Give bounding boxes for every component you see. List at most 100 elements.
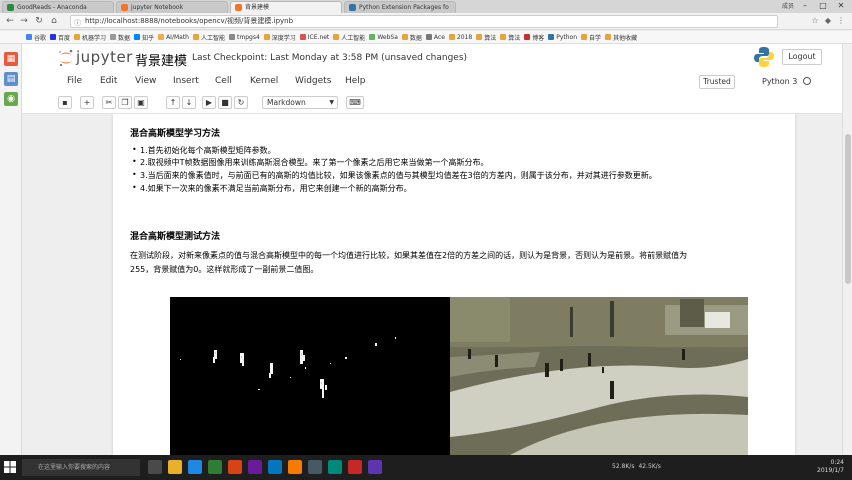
run-icon[interactable]: ▶ bbox=[202, 96, 216, 109]
arrow-down-icon[interactable]: ↓ bbox=[182, 96, 196, 109]
tab-label: 背景建模 bbox=[245, 4, 270, 11]
restart-icon[interactable]: ↻ bbox=[234, 96, 248, 109]
background-subtraction-image bbox=[170, 297, 748, 455]
kernel-status-icon bbox=[803, 77, 811, 85]
bookmark-item[interactable]: 人工智能 bbox=[192, 33, 225, 42]
bookmark-item[interactable]: 知乎 bbox=[134, 33, 154, 42]
python-icon bbox=[349, 4, 356, 11]
minimize-icon[interactable]: – bbox=[796, 0, 814, 13]
maximize-icon[interactable]: □ bbox=[814, 0, 832, 13]
windows-start-icon[interactable] bbox=[4, 461, 16, 473]
page-scrollbar[interactable] bbox=[842, 44, 852, 455]
browser-tab[interactable]: jupyter Notebook bbox=[116, 1, 228, 13]
menu-widgets[interactable]: Widgets bbox=[295, 76, 331, 86]
paragraph-line: 在测试阶段，对新来像素点的值与混合高斯模型中的每一个均值进行比较，如果其差值在2… bbox=[130, 251, 688, 260]
bookmark-item[interactable]: tmpgs4 bbox=[229, 34, 260, 41]
home-icon[interactable]: ⌂ bbox=[48, 16, 60, 27]
star-icon[interactable]: ☆ bbox=[810, 16, 820, 26]
logout-button[interactable]: Logout bbox=[782, 49, 822, 65]
taskbar-search-input[interactable]: 在这里输入你要搜索的内容 bbox=[22, 459, 140, 476]
cut-icon[interactable]: ✂ bbox=[102, 96, 116, 109]
bookmark-item[interactable]: 博客 bbox=[524, 33, 544, 42]
checkpoint-status: Last Checkpoint: Last Monday at 3:58 PM … bbox=[192, 53, 468, 63]
sidebar-app-icon[interactable]: ▦ bbox=[4, 52, 18, 66]
browser-icon[interactable] bbox=[188, 460, 202, 474]
menu-help[interactable]: Help bbox=[345, 76, 366, 86]
section-heading: 混合高斯模型学习方法 bbox=[130, 129, 221, 139]
menu-edit[interactable]: Edit bbox=[100, 76, 117, 86]
browser-sidebar: ▦ ▤ ◉ bbox=[0, 44, 22, 455]
bookmark-item[interactable]: AI/Math bbox=[158, 34, 189, 41]
browser-tab[interactable]: Python Extension Packages fo bbox=[344, 1, 456, 13]
app-icon[interactable] bbox=[248, 460, 262, 474]
app-icon[interactable] bbox=[328, 460, 342, 474]
app-icon[interactable] bbox=[348, 460, 362, 474]
bookmark-item[interactable]: 算法 bbox=[476, 33, 496, 42]
bookmark-item[interactable]: ICE.net bbox=[299, 34, 329, 41]
menu-cell[interactable]: Cell bbox=[215, 76, 232, 86]
sidebar-app-icon[interactable]: ▤ bbox=[4, 72, 18, 86]
app-icon[interactable] bbox=[228, 460, 242, 474]
stop-icon[interactable]: ■ bbox=[218, 96, 232, 109]
python-logo-icon bbox=[754, 47, 774, 67]
bookmark-item[interactable]: 深度学习 bbox=[263, 33, 296, 42]
kernel-name[interactable]: Python 3 bbox=[762, 77, 797, 86]
bookmark-item[interactable]: Ace bbox=[425, 34, 445, 41]
browser-tab-active[interactable]: 背景建模 bbox=[230, 1, 342, 13]
bookmarks-bar: 谷歌 百度 机器学习 数据 知乎 AI/Math 人工智能 tmpgs4 深度学… bbox=[0, 31, 852, 44]
notebook-name[interactable]: 背景建模 bbox=[135, 50, 187, 69]
bookmark-item[interactable]: 机器学习 bbox=[74, 33, 106, 42]
app-icon[interactable] bbox=[268, 460, 282, 474]
address-bar-actions: ☆ ◆ ⋮ bbox=[810, 16, 846, 26]
bookmark-item[interactable]: 谷歌 bbox=[26, 33, 46, 42]
jupyter-menubar: File Edit View Insert Cell Kernel Widget… bbox=[22, 72, 842, 92]
list-item: 1.首先初始化每个高斯模型矩阵参数。 bbox=[132, 145, 276, 156]
trusted-indicator[interactable]: Trusted bbox=[699, 75, 735, 89]
bookmark-item[interactable]: 数据 bbox=[401, 33, 422, 42]
save-icon[interactable]: ▪ bbox=[58, 96, 72, 109]
bookmark-item[interactable]: 自学 bbox=[581, 33, 601, 42]
page-info-icon: ⓘ bbox=[74, 19, 81, 27]
bookmark-item[interactable]: WebSa bbox=[369, 34, 398, 41]
chevron-down-icon: ▼ bbox=[329, 99, 334, 106]
reload-icon[interactable]: ↻ bbox=[33, 16, 45, 27]
back-icon[interactable]: ← bbox=[4, 16, 16, 27]
arrow-up-icon[interactable]: ↑ bbox=[166, 96, 180, 109]
bookmark-item[interactable]: 百度 bbox=[50, 33, 70, 42]
browser-tab[interactable]: GoodReads - Anaconda bbox=[2, 1, 114, 13]
jupyter-logo[interactable]: jupyter bbox=[58, 47, 138, 69]
task-view-icon[interactable] bbox=[148, 460, 162, 474]
bookmark-item[interactable]: 算法 bbox=[500, 33, 520, 42]
list-item: 4.如果下一次来的像素不满足当前高斯分布，用它来创建一个新的高斯分布。 bbox=[132, 183, 412, 194]
bookmark-item[interactable]: 人工智能 bbox=[333, 33, 365, 42]
close-icon[interactable]: ✕ bbox=[832, 0, 850, 13]
app-icon[interactable] bbox=[368, 460, 382, 474]
cell-type-select[interactable]: Markdown ▼ bbox=[262, 96, 338, 109]
paragraph-line: 255，背景赋值为0。这样就形成了一副前景二值图。 bbox=[130, 265, 319, 274]
scrollbar-thumb[interactable] bbox=[845, 134, 851, 284]
bookmark-item[interactable]: 数据 bbox=[110, 33, 130, 42]
menu-icon[interactable]: ⋮ bbox=[836, 16, 846, 26]
menu-insert[interactable]: Insert bbox=[173, 76, 199, 86]
bookmark-item[interactable]: 其他收藏 bbox=[605, 33, 637, 42]
bookmark-item[interactable]: Python bbox=[548, 34, 577, 41]
user-name[interactable]: 成员 bbox=[782, 1, 794, 10]
app-icon[interactable] bbox=[288, 460, 302, 474]
app-icon[interactable] bbox=[208, 460, 222, 474]
system-clock[interactable]: 0:24 2019/1/7 bbox=[817, 459, 844, 475]
sidebar-app-icon[interactable]: ◉ bbox=[4, 92, 18, 106]
menu-view[interactable]: View bbox=[135, 76, 156, 86]
keyboard-icon[interactable]: ⌨ bbox=[346, 96, 364, 109]
plus-icon[interactable]: + bbox=[80, 96, 94, 109]
url-input[interactable]: ⓘ http://localhost:8888/notebooks/opencv… bbox=[70, 15, 778, 28]
file-explorer-icon[interactable] bbox=[168, 460, 182, 474]
menu-kernel[interactable]: Kernel bbox=[250, 76, 278, 86]
bookmark-item[interactable]: 2018 bbox=[448, 34, 472, 41]
clock-date: 2019/1/7 bbox=[817, 467, 844, 474]
app-icon[interactable] bbox=[308, 460, 322, 474]
forward-icon[interactable]: → bbox=[18, 16, 30, 27]
menu-file[interactable]: File bbox=[67, 76, 82, 86]
copy-icon[interactable]: ❐ bbox=[118, 96, 132, 109]
extension-icon[interactable]: ◆ bbox=[823, 16, 833, 26]
paste-icon[interactable]: ▣ bbox=[134, 96, 148, 109]
